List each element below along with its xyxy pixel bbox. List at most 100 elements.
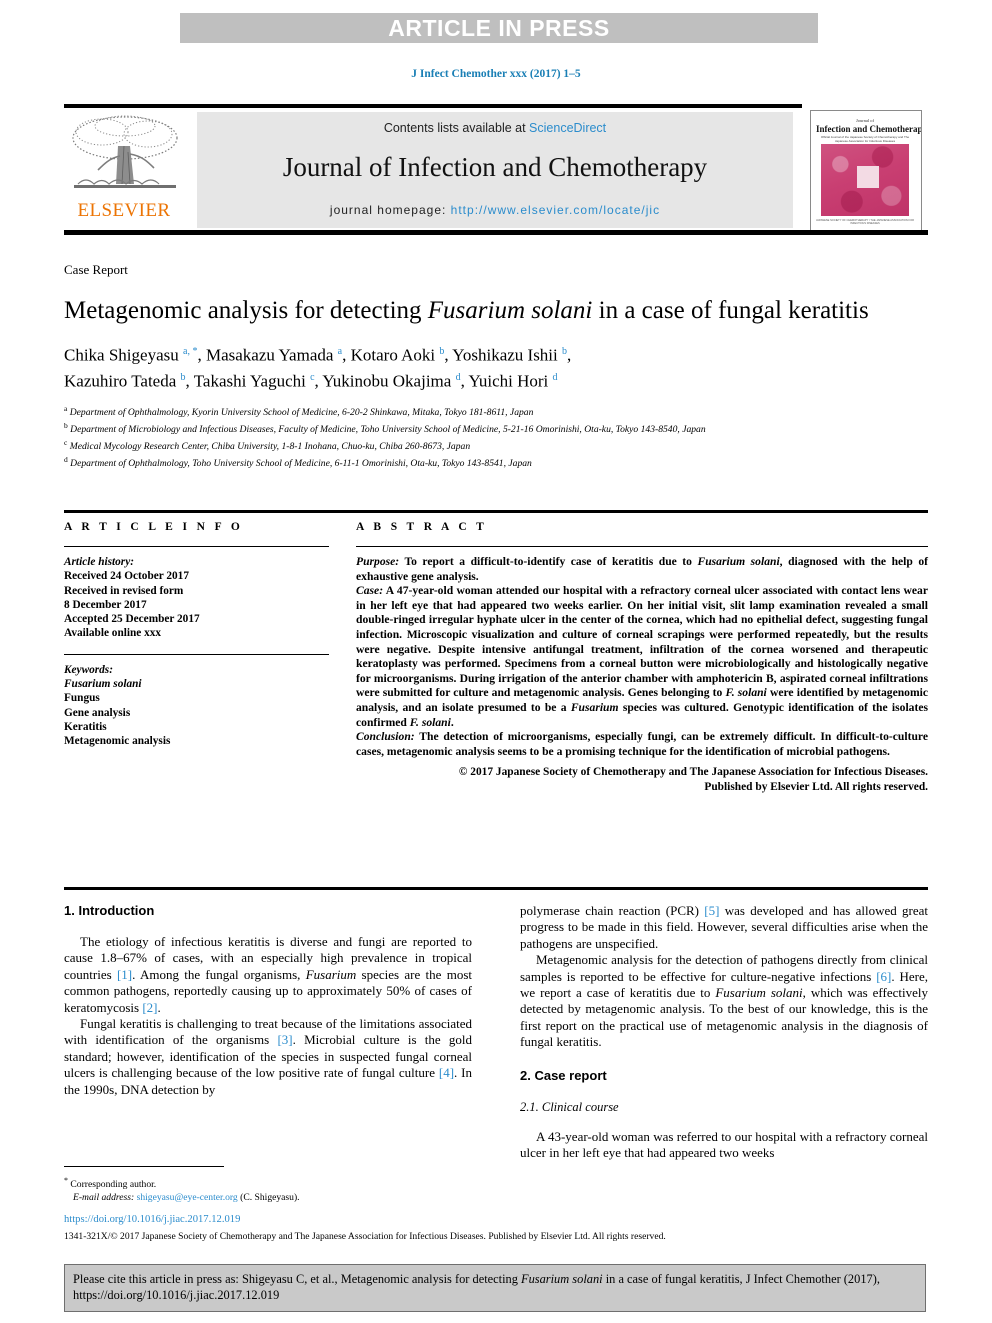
masthead-bottom-rule — [64, 230, 928, 235]
sciencedirect-link[interactable]: ScienceDirect — [529, 121, 606, 135]
heading-introduction: 1. Introduction — [64, 903, 155, 918]
cover-line2: Infection and Chemotherapy — [816, 124, 922, 134]
homepage-url-link[interactable]: http://www.elsevier.com/locate/jic — [451, 203, 660, 217]
journal-title: Journal of Infection and Chemotherapy — [282, 152, 708, 182]
author-sep-3: , Yoshikazu Ishii — [444, 345, 563, 365]
abstract-conclusion-text: The detection of microorganisms, especia… — [356, 730, 928, 758]
abstract-case-text-a: A 47-year-old woman attended our hospita… — [356, 584, 928, 700]
abstract-conclusion-label: Conclusion: — [356, 730, 415, 744]
history-accepted: Accepted 25 December 2017 — [64, 613, 200, 626]
article-title: Metagenomic analysis for detecting Fusar… — [64, 296, 928, 326]
affiliation-a: a Department of Ophthalmology, Kyorin Un… — [64, 403, 928, 420]
heading-case-report: 2. Case report — [520, 1067, 607, 1083]
history-revised-date: 8 December 2017 — [64, 598, 147, 611]
affiliation-marker: b — [64, 421, 68, 431]
article-body: 1. Introduction The etiology of infectio… — [64, 903, 928, 1161]
keyword-metagenomic-analysis: Metagenomic analysis — [64, 735, 171, 748]
abstract-case-species-1: F. solani — [725, 686, 767, 700]
affiliation-list: a Department of Ophthalmology, Kyorin Un… — [64, 403, 928, 470]
p1-genus-italic: Fusarium — [305, 966, 357, 982]
homepage-prefix: journal homepage: — [329, 203, 451, 217]
elsevier-wordmark: ELSEVIER — [77, 200, 171, 221]
cover-microscopy-image — [821, 144, 909, 216]
doi-link[interactable]: https://doi.org/10.1016/j.jiac.2017.12.0… — [64, 1214, 240, 1225]
abstract-purpose-label: Purpose: — [356, 555, 400, 568]
title-part-2: in a case of fungal keratitis — [592, 297, 869, 324]
abstract-purpose-species: Fusarium solani — [697, 555, 780, 568]
citation-text-a: Please cite this article in press as: Sh… — [73, 1272, 522, 1286]
abstract-case: Case: A 47-year-old woman attended our h… — [356, 584, 928, 730]
contents-prefix: Contents lists available at — [383, 121, 530, 135]
footnote-separator-rule — [64, 1166, 224, 1167]
title-part-1: Metagenomic analysis for detecting — [64, 297, 428, 324]
email-owner: (C. Shigeyasu). — [240, 1192, 300, 1204]
affiliation-marker: d — [64, 454, 68, 464]
keywords-block: Keywords: Fusarium solani Fungus Gene an… — [64, 663, 329, 749]
corresponding-author-note: * Corresponding author. — [64, 1174, 472, 1191]
abstract-case-species-3: F. solani — [409, 715, 451, 729]
author-affil-marker[interactable]: d — [553, 372, 558, 383]
keyword-fungus: Fungus — [64, 692, 100, 705]
p1-text-d: . — [157, 999, 161, 1015]
citation-ref-6[interactable]: [6] — [876, 969, 891, 984]
case-paragraph-1: A 43-year-old woman was referred to our … — [520, 1128, 928, 1161]
body-column-left: 1. Introduction The etiology of infectio… — [64, 903, 472, 1161]
article-in-press-label: ARTICLE IN PRESS — [388, 14, 610, 41]
abstract-rule — [356, 546, 928, 547]
contents-line: Contents lists available at ScienceDirec… — [197, 121, 793, 135]
citation-ref-2[interactable]: [2] — [142, 1000, 157, 1015]
masthead-center-panel: Contents lists available at ScienceDirec… — [197, 112, 793, 228]
email-address-link[interactable]: shigeyasu@eye-center.org — [137, 1192, 238, 1203]
elsevier-tree-icon — [72, 115, 178, 188]
body-column-right: polymerase chain reaction (PCR) [5] was … — [520, 903, 928, 1161]
intro-paragraph-4: Metagenomic analysis for the detection o… — [520, 952, 928, 1050]
abstract-case-label: Case: — [356, 584, 384, 598]
title-species-italic: Fusarium solani — [427, 297, 593, 324]
affiliation-d: d Department of Ophthalmology, Toho Univ… — [64, 454, 928, 471]
cover-inner: Journal of Infection and Chemotherapy Of… — [816, 115, 922, 227]
intro-paragraph-3: polymerase chain reaction (PCR) [5] was … — [520, 903, 928, 952]
header-bottom-rule — [64, 510, 928, 513]
citation-ref-4[interactable]: [4] — [439, 1065, 454, 1080]
cover-footer-text: JAPANESE SOCIETY OF CHEMOTHERAPY / THE J… — [816, 219, 915, 225]
corresponding-author-label: Corresponding author. — [70, 1179, 157, 1191]
abstract-heading: A B S T R A C T — [356, 521, 488, 533]
article-info-heading: A R T I C L E I N F O — [64, 521, 244, 533]
masthead-top-rule — [64, 104, 802, 108]
cover-line1: Journal of — [855, 118, 875, 123]
citation-ref-5[interactable]: [5] — [704, 903, 719, 918]
affiliation-b: b Department of Microbiology and Infecti… — [64, 420, 928, 437]
affiliation-marker: a — [64, 404, 68, 414]
author-sep-1: , Masakazu Yamada — [197, 345, 338, 365]
keywords-label: Keywords: — [64, 663, 113, 676]
cover-line3: Official Journal of the Japanese Society… — [820, 135, 910, 143]
affiliation-text: Department of Ophthalmology, Toho Univer… — [70, 457, 532, 469]
p4-species-italic: Fusarium solani — [715, 985, 803, 1001]
running-citation: J Infect Chemother xxx (2017) 1–5 — [411, 68, 581, 80]
corresponding-author-marker: * — [64, 1176, 68, 1185]
cover-image-highlight — [857, 166, 879, 188]
email-label: E-mail address: — [73, 1192, 135, 1204]
journal-cover-thumbnail: Journal of Infection and Chemotherapy Of… — [810, 110, 922, 234]
keyword-gene-analysis: Gene analysis — [64, 706, 131, 719]
p4-text-a: Metagenomic analysis for the detection o… — [520, 952, 928, 984]
citation-ref-3[interactable]: [3] — [277, 1032, 292, 1047]
author-sep-5: , Takashi Yaguchi — [185, 371, 311, 391]
article-in-press-banner: ARTICLE IN PRESS — [180, 13, 818, 43]
abstract-purpose-text-a: To report a difficult-to-identify case o… — [399, 555, 698, 568]
affiliation-text: Medical Mycology Research Center, Chiba … — [69, 441, 471, 453]
abstract-bottom-rule — [64, 887, 928, 890]
author-affil-marker[interactable]: a, * — [183, 346, 197, 357]
abstract-conclusion: Conclusion: The detection of microorgani… — [356, 730, 928, 759]
intro-paragraph-2: Fungal keratitis is challenging to treat… — [64, 1016, 472, 1098]
author-list: Chika Shigeyasu a, *, Masakazu Yamada a,… — [64, 341, 928, 392]
copyright-line-2: Published by Elsevier Ltd. All rights re… — [704, 780, 928, 793]
article-header: Case Report Metagenomic analysis for det… — [64, 262, 928, 470]
citation-ref-1[interactable]: [1] — [117, 967, 132, 982]
citation-text: Please cite this article in press as: Sh… — [73, 1271, 917, 1303]
author-sep-6: , Yukinobu Okajima — [314, 371, 456, 391]
affiliation-marker: c — [64, 437, 68, 447]
author-sep-4: , — [567, 345, 572, 365]
article-history-block: Article history: Received 24 October 201… — [64, 555, 329, 641]
abstract-case-text-d: . — [450, 715, 454, 729]
